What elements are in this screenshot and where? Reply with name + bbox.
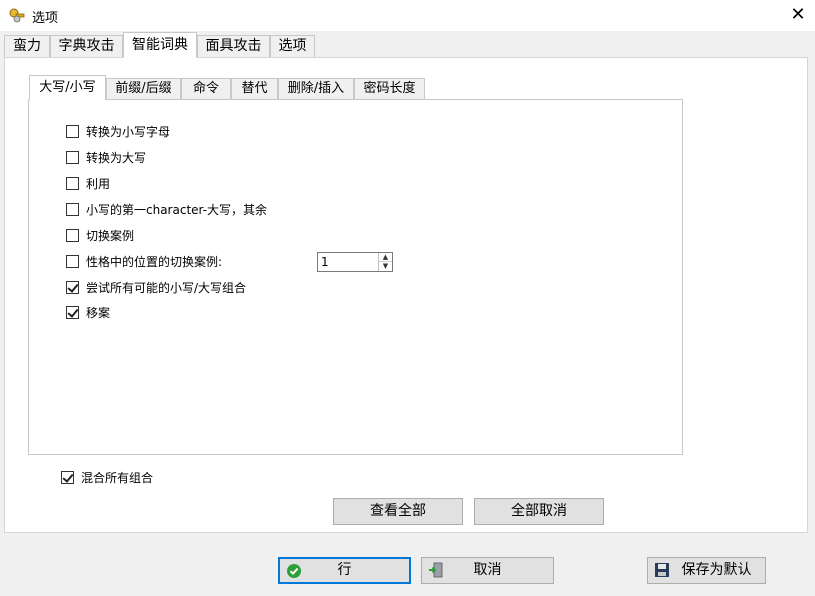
checkbox-label: 性格中的位置的切换案例:	[86, 254, 223, 269]
checkbox-lowercase[interactable]	[66, 124, 79, 138]
subtab-password-length[interactable]: 密码长度	[354, 78, 425, 99]
checkbox-label: 转换为大写	[86, 150, 147, 165]
subtab-case[interactable]: 大写/小写	[29, 75, 106, 100]
spinner-up-icon[interactable]: ▲	[379, 253, 392, 262]
checkbox-uppercase[interactable]	[66, 150, 79, 164]
save-disk-icon	[655, 563, 669, 577]
checkbox-label: 移案	[86, 305, 111, 320]
app-keys-icon	[9, 8, 25, 23]
close-icon: ✕	[790, 4, 806, 25]
checkbox-first-upper[interactable]	[66, 202, 79, 216]
tab-brute-force[interactable]: 蛮力	[4, 35, 50, 57]
save-default-label: 保存为默认	[681, 562, 752, 578]
window-title: 选项	[32, 11, 59, 26]
checkbox-row-shift-case[interactable]: 移案	[66, 303, 110, 321]
checkbox-label: 转换为小写字母	[86, 124, 171, 139]
checkbox-row-lowercase[interactable]: 转换为小写字母	[66, 122, 170, 140]
position-spinner[interactable]: 1 ▲ ▼	[317, 252, 393, 272]
checkbox-row-combine-all[interactable]: 混合所有组合	[61, 468, 153, 486]
checkbox-toggle-case[interactable]	[66, 228, 79, 242]
cancel-all-button[interactable]: 全部取消	[474, 498, 604, 525]
spinner-buttons: ▲ ▼	[378, 253, 392, 271]
save-default-button[interactable]: 保存为默认	[647, 557, 766, 584]
title-bar	[0, 0, 815, 31]
checkbox-capitalize[interactable]	[66, 176, 79, 190]
checkbox-label: 切换案例	[86, 228, 135, 243]
subtab-substitution[interactable]: 替代	[231, 78, 278, 99]
checkbox-label: 利用	[86, 176, 111, 191]
checkbox-row-first-upper[interactable]: 小写的第一character-大写，其余	[66, 200, 267, 218]
checkbox-toggle-position[interactable]	[66, 254, 79, 268]
checkbox-row-toggle-position[interactable]: 性格中的位置的切换案例:	[66, 252, 222, 270]
tab-dictionary-attack[interactable]: 字典攻击	[50, 35, 123, 57]
subtab-prefix-suffix[interactable]: 前缀/后缀	[106, 78, 181, 99]
ok-label: 行	[337, 562, 352, 578]
checkbox-row-uppercase[interactable]: 转换为大写	[66, 148, 146, 166]
checkbox-label: 小写的第一character-大写，其余	[86, 202, 268, 217]
exit-door-icon	[429, 562, 443, 578]
checkbox-combine-all[interactable]	[61, 470, 74, 484]
ok-button[interactable]: 行	[278, 557, 411, 584]
checkbox-all-combinations[interactable]	[66, 280, 79, 294]
checkbox-label: 混合所有组合	[81, 470, 154, 485]
cancel-label: 取消	[473, 562, 502, 578]
checkbox-label: 尝试所有可能的小写/大写组合	[86, 280, 247, 295]
checkbox-row-capitalize[interactable]: 利用	[66, 174, 110, 192]
tab-options[interactable]: 选项	[270, 35, 315, 57]
check-circle-icon	[287, 564, 301, 578]
view-all-button[interactable]: 查看全部	[333, 498, 463, 525]
tab-mask-attack[interactable]: 面具攻击	[197, 35, 270, 57]
spinner-down-icon[interactable]: ▼	[379, 262, 392, 271]
subtab-commands[interactable]: 命令	[181, 78, 231, 99]
checkbox-row-all-combinations[interactable]: 尝试所有可能的小写/大写组合	[66, 278, 246, 296]
subtab-delete-insert[interactable]: 删除/插入	[278, 78, 354, 99]
close-button[interactable]: ✕	[786, 4, 810, 26]
spinner-value[interactable]: 1	[321, 255, 329, 269]
cancel-button[interactable]: 取消	[421, 557, 554, 584]
checkbox-shift-case[interactable]	[66, 305, 79, 319]
tab-smart-dictionary[interactable]: 智能词典	[123, 32, 197, 58]
checkbox-row-toggle-case[interactable]: 切换案例	[66, 226, 134, 244]
